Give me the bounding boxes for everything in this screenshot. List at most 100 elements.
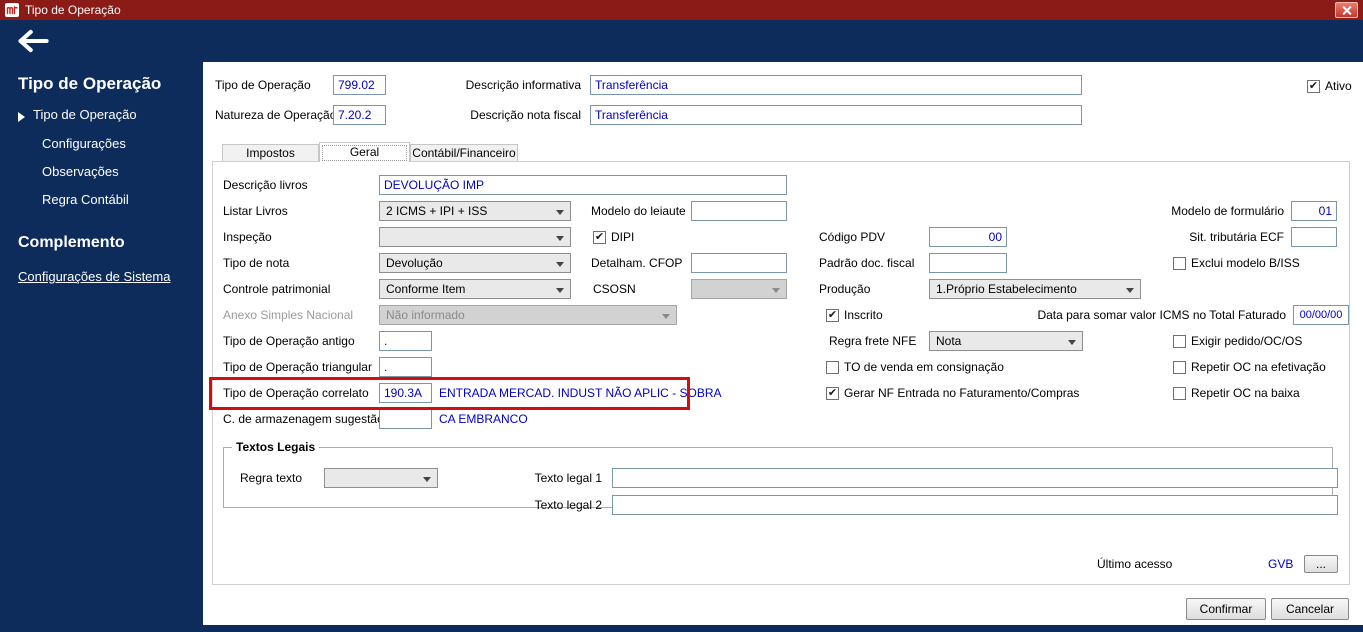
ativo-checkbox-label: Ativo — [1325, 79, 1352, 93]
cancelar-button[interactable]: Cancelar — [1271, 598, 1349, 620]
dipi-checkbox[interactable]: DIPI — [593, 228, 634, 246]
regra-frete-nfe-select[interactable]: Nota — [929, 331, 1083, 351]
checkbox-box — [1173, 386, 1186, 400]
tab-impostos[interactable]: Impostos — [222, 144, 319, 161]
sit-tributaria-ecf-input[interactable] — [1291, 227, 1337, 247]
textos-legais-groupbox: Textos Legais Regra texto Texto legal 1 … — [223, 440, 1338, 515]
producao-select[interactable]: 1.Próprio Estabelecimento — [929, 279, 1141, 299]
detalham-cfop-label: Detalham. CFOP — [591, 256, 683, 270]
tipo-operacao-input[interactable] — [333, 75, 386, 95]
descricao-informativa-input[interactable] — [590, 75, 1082, 95]
modelo-leiaute-input[interactable] — [691, 201, 787, 221]
tipo-operacao-label: Tipo de Operação — [215, 78, 311, 92]
producao-label: Produção — [819, 282, 871, 296]
textos-legais-title: Textos Legais — [236, 440, 316, 454]
data-icms-input[interactable] — [1293, 305, 1349, 325]
gerar-nf-entrada-checkbox[interactable]: Gerar NF Entrada no Faturamento/Compras — [826, 384, 1079, 402]
window-title: Tipo de Operação — [25, 3, 121, 17]
ca-sugestao-hint: CA EMBRANCO — [439, 412, 528, 426]
listar-livros-label: Listar Livros — [223, 204, 288, 218]
close-button[interactable] — [1335, 2, 1358, 18]
sidebar-item-tipo-de-operacao[interactable]: Tipo de Operação — [33, 107, 137, 122]
confirmar-button[interactable]: Confirmar — [1186, 598, 1266, 620]
tipo-operacao-correlato-input[interactable] — [379, 383, 432, 403]
ativo-checkbox[interactable]: Ativo — [1307, 77, 1352, 95]
close-icon — [1342, 6, 1351, 15]
modelo-leiaute-label: Modelo do leiaute — [591, 204, 686, 218]
descricao-livros-label: Descrição livros — [223, 178, 308, 192]
to-venda-consignacao-checkbox[interactable]: TO de venda em consignação — [826, 358, 1004, 376]
ca-sugestao-input[interactable] — [379, 409, 432, 429]
geral-tab-content: Descrição livros Listar Livros 2 ICMS + … — [209, 161, 1350, 585]
data-icms-label: Data para somar valor ICMS no Total Fatu… — [1037, 308, 1286, 322]
sidebar-section-title: Tipo de Operação — [18, 74, 162, 93]
exclui-modelo-biss-checkbox[interactable]: Exclui modelo B/ISS — [1173, 254, 1300, 272]
tipo-nota-select[interactable]: Devolução — [379, 253, 571, 273]
padrao-doc-fiscal-label: Padrão doc. fiscal — [819, 256, 915, 270]
repetir-oc-baixa-label: Repetir OC na baixa — [1191, 386, 1300, 400]
texto-legal-1-label: Texto legal 1 — [534, 471, 602, 485]
inscrito-checkbox-label: Inscrito — [844, 308, 883, 322]
padrao-doc-fiscal-input[interactable] — [929, 253, 1007, 273]
app-icon — [5, 3, 19, 17]
checkbox-box — [1307, 79, 1320, 93]
controle-patrimonial-select[interactable]: Conforme Item — [379, 279, 571, 299]
checkbox-box — [1173, 360, 1186, 374]
navigation-bar — [0, 20, 1363, 62]
inscrito-checkbox[interactable]: Inscrito — [826, 306, 883, 324]
back-arrow-icon — [18, 29, 49, 53]
checkbox-box — [826, 386, 839, 400]
tipo-operacao-correlato-label: Tipo de Operação correlato — [223, 386, 369, 400]
anexo-simples-nacional-select: Não informado — [379, 305, 677, 325]
codigo-pdv-input[interactable] — [929, 227, 1007, 247]
checkbox-box — [826, 360, 839, 374]
controle-patrimonial-label: Controle patrimonial — [223, 282, 331, 296]
exigir-pedido-checkbox[interactable]: Exigir pedido/OC/OS — [1173, 332, 1302, 350]
selected-item-arrow-icon — [18, 112, 25, 122]
natureza-operacao-label: Natureza de Operação — [215, 108, 337, 122]
sidebar-item-observacoes[interactable]: Observações — [42, 164, 119, 179]
back-button[interactable] — [16, 28, 50, 54]
tipo-operacao-triangular-input[interactable] — [379, 357, 432, 377]
sidebar-link-configuracoes-de-sistema[interactable]: Configurações de Sistema — [18, 269, 170, 284]
listar-livros-select[interactable]: 2 ICMS + IPI + ISS — [379, 201, 571, 221]
tab-geral[interactable]: Geral — [319, 142, 410, 162]
descricao-nota-fiscal-input[interactable] — [590, 105, 1082, 125]
descricao-livros-input[interactable] — [379, 175, 787, 195]
repetir-oc-efetivacao-label: Repetir OC na efetivação — [1191, 360, 1326, 374]
to-venda-consignacao-label: TO de venda em consignação — [844, 360, 1004, 374]
dipi-checkbox-label: DIPI — [611, 230, 635, 244]
inspecao-label: Inspeção — [223, 230, 272, 244]
texto-legal-2-label: Texto legal 2 — [534, 498, 602, 512]
descricao-nota-fiscal-label: Descrição nota fiscal — [470, 108, 581, 122]
checkbox-box — [593, 230, 606, 244]
repetir-oc-efetivacao-checkbox[interactable]: Repetir OC na efetivação — [1173, 358, 1326, 376]
repetir-oc-baixa-checkbox[interactable]: Repetir OC na baixa — [1173, 384, 1300, 402]
texto-legal-1-input[interactable] — [612, 468, 1338, 488]
anexo-simples-nacional-label: Anexo Simples Nacional — [223, 308, 354, 322]
sit-tributaria-ecf-label: Sit. tributária ECF — [1189, 230, 1284, 244]
modelo-formulario-label: Modelo de formulário — [1171, 204, 1284, 218]
ultimo-acesso-more-button[interactable]: ... — [1304, 555, 1338, 573]
tipo-operacao-correlato-hint: ENTRADA MERCAD. INDUST NÃO APLIC - SOBRA — [439, 386, 722, 400]
title-bar: Tipo de Operação — [0, 0, 1363, 20]
tab-contabil-financeiro[interactable]: Contábil/Financeiro — [410, 144, 518, 161]
tipo-operacao-triangular-label: Tipo de Operação triangular — [223, 360, 372, 374]
sidebar-item-regra-contabil[interactable]: Regra Contábil — [42, 192, 129, 207]
tipo-operacao-antigo-label: Tipo de Operação antigo — [223, 334, 355, 348]
sidebar-section-complemento: Complemento — [18, 234, 125, 251]
detalham-cfop-input[interactable] — [691, 253, 787, 273]
regra-texto-select[interactable] — [324, 468, 438, 488]
csosn-select[interactable] — [691, 279, 787, 299]
texto-legal-2-input[interactable] — [612, 495, 1338, 515]
checkbox-box — [826, 308, 839, 322]
inspecao-select[interactable] — [379, 227, 571, 247]
natureza-operacao-input[interactable] — [333, 105, 386, 125]
tipo-operacao-antigo-input[interactable] — [379, 331, 432, 351]
ultimo-acesso-label: Último acesso — [1097, 557, 1173, 571]
descricao-informativa-label: Descrição informativa — [465, 78, 581, 92]
exigir-pedido-label: Exigir pedido/OC/OS — [1191, 334, 1303, 348]
sidebar-item-configuracoes[interactable]: Configurações — [42, 136, 126, 151]
checkbox-box — [1173, 334, 1186, 348]
modelo-formulario-input[interactable] — [1291, 201, 1337, 221]
